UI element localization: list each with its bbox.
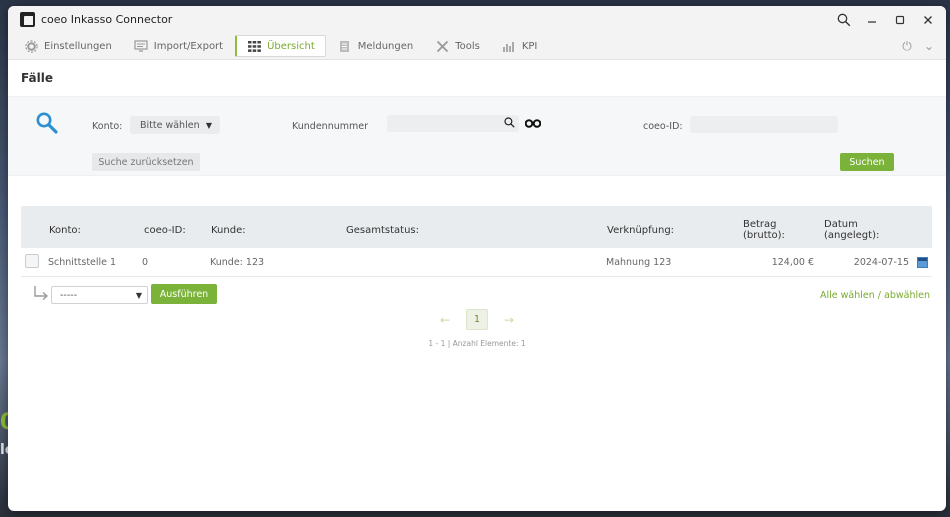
close-button[interactable] [914,6,942,33]
header-datum-line1: Datum [824,219,858,230]
menu-item-import-export[interactable]: Import/Export [124,35,233,57]
bulk-action-value: ----- [60,289,78,301]
close-icon [924,15,932,24]
cases-table: Konto: coeo-ID: Kunde: Gesamtstatus: Ver… [21,206,932,277]
chevron-down-icon[interactable]: ⌄ [918,39,940,53]
table-header: Konto: coeo-ID: Kunde: Gesamtstatus: Ver… [21,206,932,248]
menu-item-label: Tools [455,40,480,52]
cell-konto: Schnittstelle 1 [48,257,117,268]
window-search-button[interactable] [830,6,858,33]
header-coeo-id[interactable]: coeo-ID: [144,225,186,236]
chevron-down-icon: ▼ [205,120,212,130]
app-title: coeo Inkasso Connector [41,13,173,26]
search-panel: Konto: Bitte wählen ▼ Kundennummer coeo-… [8,96,946,176]
header-gesamtstatus[interactable]: Gesamtstatus: [346,225,419,236]
select-all-link[interactable]: Alle wählen / abwählen [820,290,930,301]
menu-right-controls: ⏻ ⌄ [896,39,940,54]
pagination-info: 1 - 1 | Anzahl Elemente: 1 [428,339,526,348]
menu-item-label: Übersicht [267,40,315,52]
bulk-action-row: ----- ▼ Ausführen Alle wählen / abwählen [21,284,932,308]
menu-item-kpi[interactable]: KPI [492,35,548,57]
coeo-id-input[interactable] [690,116,838,133]
main-menu: Einstellungen Import/Export Übersicht Me… [8,33,946,60]
menu-item-label: KPI [521,40,538,52]
cell-verknuepfung[interactable]: Mahnung 123 [606,257,671,268]
import-export-icon [134,40,148,52]
search-icon [837,13,851,26]
cell-coeo-id: 0 [142,257,149,268]
grid-icon [247,40,261,52]
minimize-button[interactable] [858,6,886,33]
kundennummer-label: Kundennummer [292,121,368,132]
title-bar: coeo Inkasso Connector [8,6,946,33]
page-number-button[interactable]: 1 [466,309,488,330]
search-button[interactable]: Suchen [840,153,894,171]
kundennummer-search-icon[interactable] [504,117,515,128]
binoculars-icon[interactable] [525,119,541,128]
search-icon [36,112,58,134]
corner-arrow-icon [34,286,49,300]
app-logo-icon [20,12,35,27]
minimize-icon [868,20,876,23]
header-verknuepfung[interactable]: Verknüpfung: [607,225,674,236]
execute-button[interactable]: Ausführen [151,284,217,304]
arrow-right-icon[interactable]: → [500,313,518,327]
menu-item-label: Einstellungen [44,40,112,52]
header-datum-line2: (angelegt): [824,230,880,241]
header-betrag-line2: (brutto): [743,230,785,241]
tools-icon [435,40,449,52]
reset-search-button[interactable]: Suche zurücksetzen [92,153,200,171]
header-betrag[interactable]: Betrag (brutto): [743,219,785,241]
table-row[interactable]: Schnittstelle 1 0 Kunde: 123 Mahnung 123… [21,248,932,277]
chevron-down-icon: ▼ [135,290,142,300]
pagination: ← 1 → [8,309,946,330]
app-window: coeo Inkasso Connector Einstellungen Imp… [8,6,946,511]
cell-betrag: 124,00 € [771,257,814,268]
header-kunde[interactable]: Kunde: [211,225,246,236]
row-checkbox[interactable] [25,254,39,268]
page-title: Fälle [21,71,53,85]
document-icon [338,40,352,52]
calendar-icon[interactable] [917,257,928,268]
coeo-id-label: coeo-ID: [643,121,683,132]
maximize-icon [895,15,905,24]
menu-item-tools[interactable]: Tools [425,35,490,57]
bulk-action-select[interactable]: ----- ▼ [51,286,148,304]
kundennummer-input[interactable] [387,115,519,132]
menu-item-uebersicht[interactable]: Übersicht [235,35,326,57]
arrow-left-icon[interactable]: ← [436,313,454,327]
header-konto[interactable]: Konto: [49,225,81,236]
power-icon[interactable]: ⏻ [896,39,918,54]
menu-item-einstellungen[interactable]: Einstellungen [14,35,122,57]
konto-select[interactable]: Bitte wählen ▼ [130,116,220,134]
header-betrag-line1: Betrag [743,219,777,230]
gear-icon [24,39,38,53]
maximize-button[interactable] [886,6,914,33]
konto-label: Konto: [92,121,123,132]
menu-item-meldungen[interactable]: Meldungen [328,35,423,57]
header-datum[interactable]: Datum (angelegt): [824,219,879,241]
window-controls [830,6,942,33]
chart-icon [502,40,516,52]
cell-kunde: Kunde: 123 [210,257,265,268]
menu-item-label: Meldungen [357,40,414,52]
menu-item-label: Import/Export [153,40,224,52]
konto-select-value: Bitte wählen [140,119,200,131]
cell-datum: 2024-07-15 [853,257,909,268]
